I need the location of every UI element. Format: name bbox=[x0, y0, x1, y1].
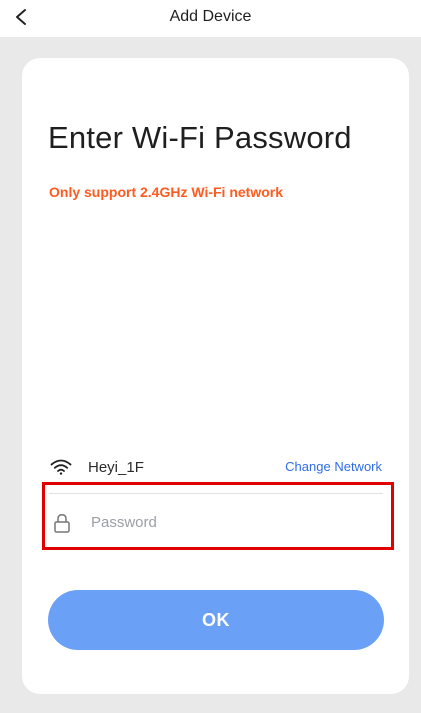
change-network-link[interactable]: Change Network bbox=[285, 459, 382, 474]
wifi-password-card: Enter Wi-Fi Password Only support 2.4GHz… bbox=[22, 58, 409, 694]
page-title: Add Device bbox=[169, 8, 252, 25]
ok-button-label: OK bbox=[202, 609, 230, 630]
card-title: Enter Wi-Fi Password bbox=[48, 120, 352, 155]
top-bar: Add Device bbox=[0, 0, 421, 37]
network-name: Heyi_1F bbox=[88, 458, 144, 476]
wifi-icon bbox=[50, 459, 72, 475]
network-row: Heyi_1F Change Network bbox=[50, 456, 382, 478]
ok-button[interactable]: OK bbox=[48, 590, 384, 650]
password-input[interactable] bbox=[91, 510, 371, 534]
frequency-notice: Only support 2.4GHz Wi-Fi network bbox=[49, 184, 284, 200]
lock-icon bbox=[53, 513, 71, 533]
password-field[interactable] bbox=[42, 482, 394, 550]
